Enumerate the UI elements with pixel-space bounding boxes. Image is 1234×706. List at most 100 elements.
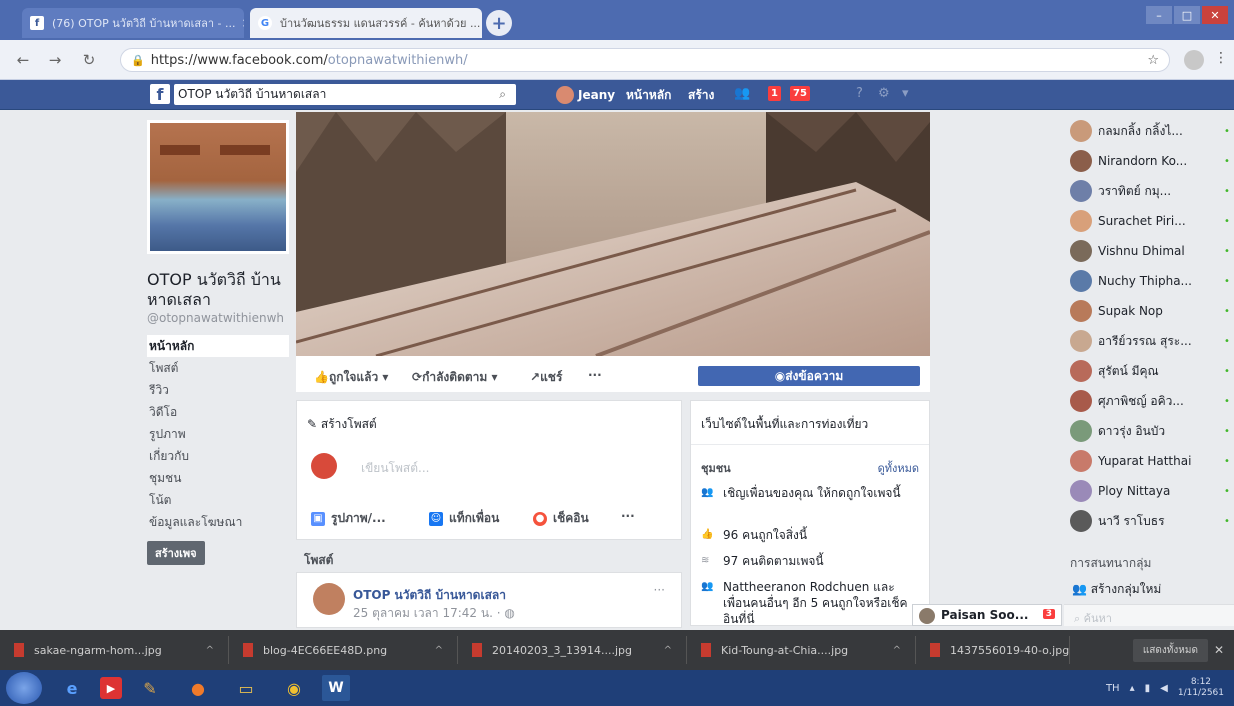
- like-button[interactable]: 👍ถูกใจแล้ว ▾: [314, 368, 388, 387]
- page-category[interactable]: เว็บไซต์ในพื้นที่และการท่องเที่ยว: [691, 401, 929, 445]
- firefox-icon[interactable]: ●: [178, 672, 218, 704]
- forward-icon[interactable]: →: [46, 51, 64, 69]
- account-menu-icon[interactable]: ▾: [902, 86, 909, 101]
- tag-friends-button[interactable]: ☺ แท็กเพื่อน: [429, 509, 499, 528]
- chat-contact[interactable]: Supak Nop •: [1070, 296, 1234, 326]
- tab-facebook[interactable]: f (76) OTOP นวัตวิถี บ้านหาดเสลา - ... ×: [22, 8, 244, 38]
- chevron-up-icon[interactable]: ^: [893, 645, 901, 656]
- chevron-up-icon[interactable]: ^: [664, 645, 672, 656]
- chat-contact[interactable]: อารีย์วรรณ สุระ... •: [1070, 326, 1234, 356]
- notifications-badge[interactable]: 75: [790, 86, 810, 101]
- chevron-up-icon[interactable]: ^: [206, 645, 214, 656]
- url-input[interactable]: 🔒 https://www.facebook.com/ otopnawatwit…: [120, 48, 1170, 72]
- friends-like-item[interactable]: 👥 Nattheeranon Rodchuen และเพื่อนคนอื่นๆ …: [701, 579, 921, 627]
- download-item[interactable]: blog-4EC66EE48D.png ^: [233, 636, 458, 664]
- minimize-icon[interactable]: –: [1146, 6, 1172, 24]
- chat-contact[interactable]: Nuchy Thipha... •: [1070, 266, 1234, 296]
- nav-photos[interactable]: รูปภาพ: [147, 423, 289, 445]
- send-message-button[interactable]: ◉ ส่งข้อความ: [698, 366, 920, 386]
- page-profile-picture[interactable]: [147, 120, 289, 254]
- chat-contact[interactable]: Nirandorn Ko... •: [1070, 146, 1234, 176]
- internet-explorer-icon[interactable]: e: [52, 672, 92, 704]
- file-explorer-icon[interactable]: ▭: [226, 672, 266, 704]
- search-icon[interactable]: ⌕: [499, 84, 506, 105]
- create-link[interactable]: สร้าง: [688, 86, 714, 105]
- create-page-button[interactable]: สร้างเพจ: [147, 541, 205, 565]
- nav-community[interactable]: ชุมชน: [147, 467, 289, 489]
- volume-icon[interactable]: ◀: [1160, 683, 1168, 694]
- star-icon[interactable]: ☆: [1147, 53, 1159, 68]
- close-icon[interactable]: ×: [236, 16, 244, 30]
- new-tab-button[interactable]: +: [486, 10, 512, 36]
- word-icon[interactable]: W: [322, 675, 350, 701]
- download-item[interactable]: 1437556019-40-o.jpg: [920, 636, 1070, 664]
- settings-icon[interactable]: ⚙: [878, 86, 890, 101]
- facebook-search-input[interactable]: OTOP นวัตวิถี บ้านหาดเสลา ⌕: [174, 84, 516, 105]
- friend-requests-badge[interactable]: 1: [768, 86, 781, 101]
- download-item[interactable]: sakae-ngarm-hom...jpg ^: [4, 636, 229, 664]
- quick-help-icon[interactable]: ?: [856, 86, 863, 101]
- network-icon[interactable]: ▮: [1145, 683, 1151, 694]
- composer-input[interactable]: เขียนโพสต์...: [361, 459, 429, 478]
- chevron-up-icon[interactable]: ^: [435, 645, 443, 656]
- invite-friends-item[interactable]: 👥 เชิญเพื่อนของคุณ ให้กดถูกใจเพจนี้: [701, 485, 921, 501]
- share-button[interactable]: ↗แชร์: [530, 368, 562, 387]
- facebook-logo-icon[interactable]: f: [150, 84, 170, 104]
- post-timestamp[interactable]: 25 ตุลาคม เวลา 17:42 น. · ◍: [353, 604, 515, 623]
- profile-avatar[interactable]: [1184, 50, 1204, 70]
- open-chat-tab[interactable]: Paisan Soo... 3: [912, 604, 1062, 626]
- check-in-button[interactable]: ● เช็คอิน: [533, 509, 589, 528]
- nav-videos[interactable]: วิดีโอ: [147, 401, 289, 423]
- chat-contact[interactable]: ดาวรุ่ง อินบัว •: [1070, 416, 1234, 446]
- friends-icon[interactable]: 👥: [734, 86, 750, 101]
- group-conversations-heading: การสนทนากลุ่ม: [1070, 556, 1152, 570]
- maximize-icon[interactable]: □: [1174, 6, 1200, 24]
- cover-photo[interactable]: [296, 112, 930, 356]
- see-all-link[interactable]: ดูทั้งหมด: [878, 459, 919, 477]
- back-icon[interactable]: ←: [14, 51, 32, 69]
- profile-link[interactable]: Jeany: [556, 86, 615, 104]
- page-handle[interactable]: @otopnawatwithienwh: [147, 312, 289, 325]
- close-icon[interactable]: ✕: [1214, 643, 1224, 657]
- nav-reviews[interactable]: รีวิว: [147, 379, 289, 401]
- nav-info-ads[interactable]: ข้อมูลและโฆษณา: [147, 511, 289, 533]
- chat-contact[interactable]: สุรัตน์ มีคุณ •: [1070, 356, 1234, 386]
- more-button[interactable]: ···: [588, 368, 602, 382]
- close-window-icon[interactable]: ✕: [1202, 6, 1228, 24]
- chat-contact[interactable]: กลมกลิ้ง กลิ้งไ... •: [1070, 116, 1234, 146]
- chat-contact[interactable]: Ploy Nittaya •: [1070, 476, 1234, 506]
- nav-notes[interactable]: โน้ต: [147, 489, 289, 511]
- menu-dots-icon[interactable]: ⋮: [1214, 50, 1228, 66]
- close-icon[interactable]: ×: [480, 16, 482, 30]
- create-group-button[interactable]: 👥 สร้างกลุ่มใหม่: [1072, 580, 1161, 599]
- chat-contact[interactable]: ศุภาพิชญ์ อคิว... •: [1070, 386, 1234, 416]
- chat-contact[interactable]: นาวี ราโบธร •: [1070, 506, 1234, 536]
- chat-contact[interactable]: Surachet Piri... •: [1070, 206, 1234, 236]
- tab-google-search[interactable]: G บ้านวัฒนธรรม แดนสวรรค์ - ค้นหาด้วย ...…: [250, 8, 482, 38]
- chat-contact[interactable]: Vishnu Dhimal •: [1070, 236, 1234, 266]
- reload-icon[interactable]: ↻: [80, 51, 98, 69]
- composer-more-button[interactable]: ···: [621, 509, 635, 523]
- avatar[interactable]: [313, 583, 345, 615]
- post-author[interactable]: OTOP นวัตวิถี บ้านหาดเสลา: [353, 586, 506, 605]
- clock[interactable]: 8:12 1/11/2561: [1178, 677, 1224, 699]
- language-indicator[interactable]: TH: [1106, 683, 1120, 694]
- nav-posts[interactable]: โพสต์: [147, 357, 289, 379]
- follow-button[interactable]: ⟳กำลังติดตาม ▾: [412, 368, 498, 387]
- post-options-icon[interactable]: ···: [654, 583, 665, 597]
- chat-search-input[interactable]: ⌕ ค้นหา: [1064, 604, 1234, 626]
- home-link[interactable]: หน้าหลัก: [626, 86, 671, 105]
- chat-contact[interactable]: วราทิตย์ กมุ... •: [1070, 176, 1234, 206]
- nav-home[interactable]: หน้าหลัก: [147, 335, 289, 357]
- photo-button[interactable]: ▣ รูปภาพ/...: [311, 509, 386, 528]
- chrome-icon[interactable]: ◉: [274, 672, 314, 704]
- show-all-downloads-button[interactable]: แสดงทั้งหมด: [1132, 638, 1208, 662]
- media-player-icon[interactable]: ▶: [100, 677, 122, 699]
- download-item[interactable]: Kid-Toung-at-Chia....jpg ^: [691, 636, 916, 664]
- nav-about[interactable]: เกี่ยวกับ: [147, 445, 289, 467]
- tool-icon[interactable]: ✎: [130, 672, 170, 704]
- download-item[interactable]: 20140203_3_13914....jpg ^: [462, 636, 687, 664]
- chevron-up-icon[interactable]: ▴: [1130, 683, 1135, 694]
- chat-contact[interactable]: Yuparat Hatthai •: [1070, 446, 1234, 476]
- start-button[interactable]: [6, 672, 42, 704]
